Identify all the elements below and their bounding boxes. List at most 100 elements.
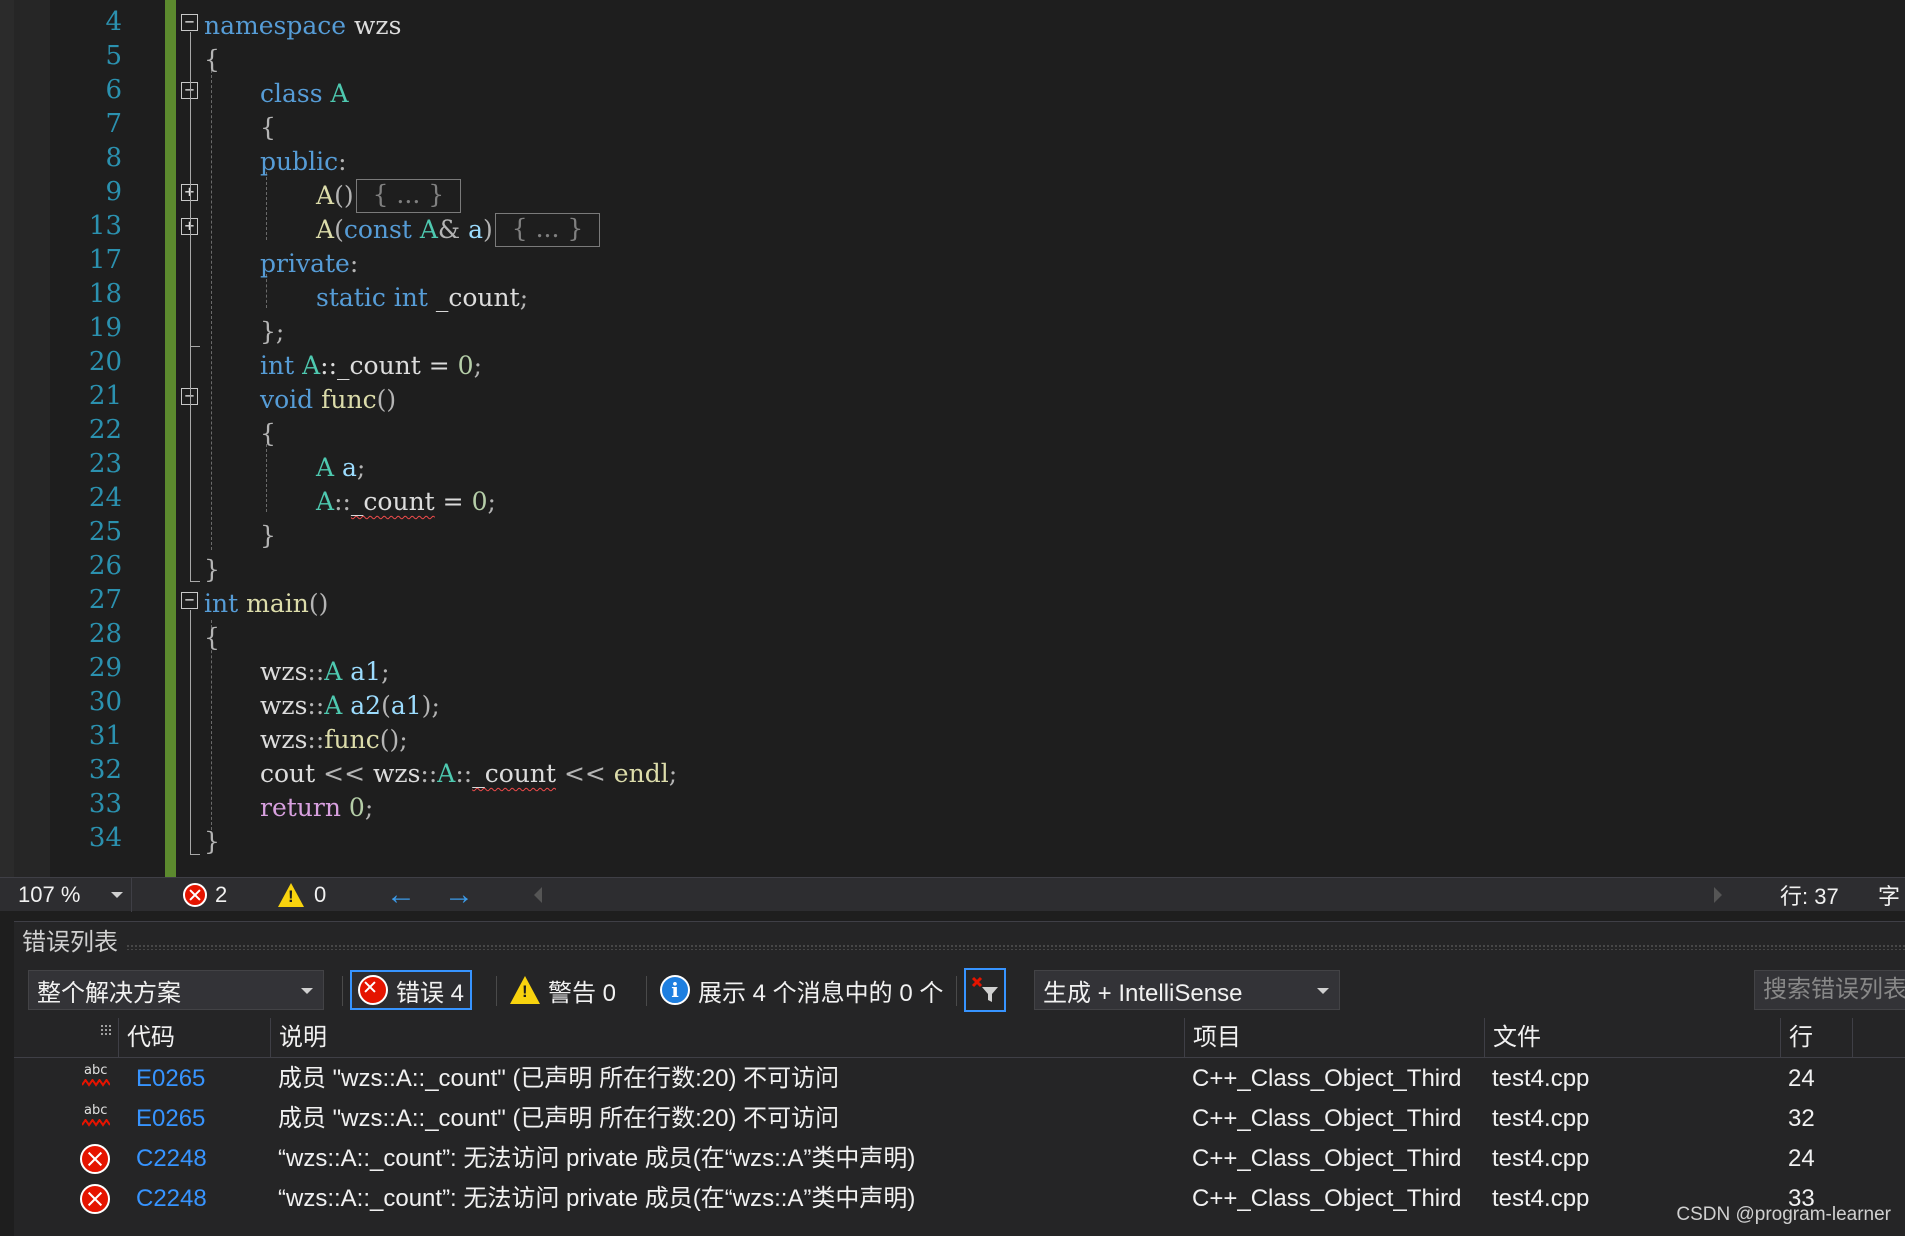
error-file: test4.cpp: [1492, 1105, 1590, 1132]
code-token: _count: [427, 283, 520, 312]
zoom-dropdown[interactable]: 107 %: [14, 878, 132, 912]
column-header-code[interactable]: 代码: [118, 1018, 270, 1058]
error-code-link[interactable]: C2248: [128, 1179, 207, 1219]
code-token: ::: [307, 725, 325, 754]
indent-guide: [211, 70, 212, 550]
warning-count-button[interactable]: ! 0: [278, 878, 326, 912]
error-file: test4.cpp: [1492, 1185, 1590, 1212]
table-row[interactable]: abc E0265 成员 "wzs::A::_count" (已声明 所在行数:…: [14, 1099, 1905, 1139]
error-squiggle[interactable]: _count: [472, 759, 556, 788]
code-token: ;: [431, 691, 440, 720]
code-token: A: [302, 351, 321, 380]
error-project: C++_Class_Object_Third: [1192, 1105, 1462, 1132]
error-project: C++_Class_Object_Third: [1192, 1185, 1462, 1212]
code-line: wzs::A a1;: [260, 655, 390, 689]
error-list-toolbar: 整个解决方案 错误 4 ! 警告 0 i 展示 4 个消息中的 0 个 生成 +…: [14, 966, 1905, 1014]
column-header-line[interactable]: 行: [1780, 1018, 1852, 1058]
code-token: 0: [471, 487, 488, 516]
code-line: }: [260, 519, 276, 553]
scroll-left-icon[interactable]: [534, 887, 542, 903]
code-token: a1: [350, 657, 382, 686]
previous-issue-button[interactable]: ←: [386, 878, 416, 912]
column-header-file[interactable]: 文件: [1484, 1018, 1780, 1058]
code-line: }: [204, 825, 220, 859]
messages-filter-button[interactable]: i 展示 4 个消息中的 0 个: [654, 970, 949, 1010]
code-token: wzs: [260, 657, 308, 686]
clear-filter-button[interactable]: [964, 968, 1006, 1012]
code-editor[interactable]: 4 5 6 7 8 9 13 17 18 19 20 21 22 23 24 2…: [0, 0, 1905, 877]
line-number: 34: [88, 823, 122, 853]
code-token: A: [419, 215, 438, 244]
chevron-down-icon: [1317, 988, 1329, 994]
collapse-icon[interactable]: −: [181, 592, 198, 609]
code-token: (): [334, 181, 354, 210]
code-token: (): [308, 589, 329, 618]
warning-icon: !: [510, 976, 540, 1004]
code-token: ::: [420, 759, 438, 788]
error-icon: [183, 883, 207, 907]
line-number: 33: [88, 789, 122, 819]
code-token: ;: [381, 657, 390, 686]
code-token: A: [316, 215, 335, 244]
code-token: ::: [334, 487, 351, 516]
build-filter-dropdown[interactable]: 生成 + IntelliSense: [1034, 970, 1340, 1010]
error-code-link[interactable]: C2248: [128, 1139, 207, 1179]
search-input[interactable]: 搜索错误列表: [1754, 970, 1905, 1010]
code-token: a2: [350, 691, 382, 720]
panel-drag-handle[interactable]: [126, 944, 1905, 950]
code-token: {: [260, 113, 276, 142]
line-number: 20: [88, 347, 122, 377]
error-squiggle[interactable]: _count: [351, 487, 435, 516]
table-row[interactable]: C2248 “wzs::A::_count”: 无法访问 private 成员(…: [14, 1179, 1905, 1219]
scope-dropdown[interactable]: 整个解决方案: [28, 970, 324, 1010]
code-line: wzs::A a2(a1);: [260, 691, 440, 720]
error-line: 24: [1788, 1145, 1815, 1172]
fold-outline: [190, 32, 191, 582]
code-token: wzs: [373, 759, 421, 788]
collapsed-block[interactable]: { ... }: [355, 179, 462, 213]
error-code-link[interactable]: E0265: [128, 1059, 205, 1099]
line-number: 32: [88, 755, 122, 785]
column-options-icon[interactable]: [100, 1024, 112, 1036]
code-token: {: [204, 623, 220, 652]
fold-outline: [190, 610, 191, 855]
error-project: C++_Class_Object_Third: [1192, 1065, 1462, 1092]
toolbar-divider: [646, 976, 647, 1006]
code-token: ::: [307, 657, 325, 686]
code-token: };: [260, 317, 285, 346]
line-number: 18: [88, 279, 122, 309]
errors-filter-label: 错误 4: [396, 979, 465, 1007]
collapsed-block[interactable]: { ... }: [494, 213, 601, 247]
errors-filter-button[interactable]: 错误 4: [350, 970, 473, 1010]
code-token: }: [204, 555, 220, 584]
code-token: endl: [613, 759, 669, 788]
glyph-margin[interactable]: [14, 0, 50, 877]
table-row[interactable]: C2248 “wzs::A::_count”: 无法访问 private 成员(…: [14, 1139, 1905, 1179]
code-token: A: [324, 657, 343, 686]
code-line: A(){ ... }: [316, 179, 462, 213]
code-line: private:: [260, 247, 358, 281]
warnings-filter-button[interactable]: ! 警告 0: [504, 970, 622, 1010]
code-token: ;: [487, 487, 496, 516]
error-count-button[interactable]: 2: [183, 878, 227, 912]
line-number: 4: [105, 7, 122, 37]
char-indicator: 字: [1878, 884, 1901, 909]
column-header-desc[interactable]: 说明: [270, 1018, 1184, 1058]
error-code-link[interactable]: E0265: [128, 1099, 205, 1139]
collapse-icon[interactable]: −: [181, 14, 198, 31]
code-line: void func(): [260, 383, 396, 417]
code-line: {: [204, 43, 220, 77]
watermark-text: CSDN @program-learner: [1676, 1204, 1891, 1225]
error-file: test4.cpp: [1492, 1145, 1590, 1172]
column-header-project[interactable]: 项目: [1184, 1018, 1484, 1058]
code-line: wzs::func();: [260, 723, 408, 757]
next-issue-button[interactable]: →: [444, 878, 474, 912]
code-token: <<: [315, 759, 373, 788]
table-header: 代码 说明 项目 文件 行: [14, 1018, 1905, 1058]
code-token: int: [260, 351, 295, 380]
code-token: int: [204, 589, 239, 618]
table-row[interactable]: abc E0265 成员 "wzs::A::_count" (已声明 所在行数:…: [14, 1059, 1905, 1099]
toolbar-divider: [342, 976, 343, 1006]
code-token: const: [343, 215, 412, 244]
scroll-right-icon[interactable]: [1714, 887, 1722, 903]
